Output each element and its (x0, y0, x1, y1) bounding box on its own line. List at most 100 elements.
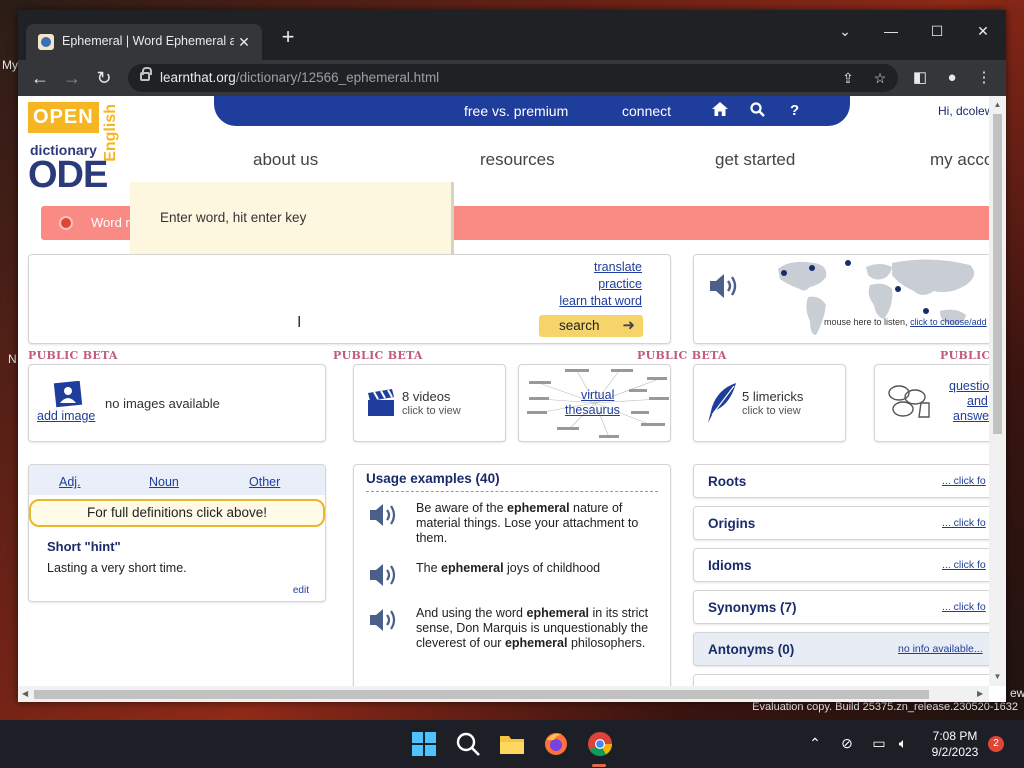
add-image-link[interactable]: add image (37, 409, 95, 423)
limericks-card[interactable]: 5 limericks click to view (693, 364, 846, 442)
nav-get-started[interactable]: get started (715, 150, 795, 170)
side-panel-next[interactable] (693, 674, 989, 686)
logo-open: OPEN (28, 102, 99, 133)
free-vs-premium-link[interactable]: free vs. premium (464, 103, 568, 119)
roots-click-link[interactable]: ... click fo (942, 475, 986, 487)
tab-adjective[interactable]: Adj. (59, 475, 81, 489)
close-window-button[interactable]: ✕ (960, 16, 1006, 46)
translate-link[interactable]: translate (594, 260, 642, 274)
user-greeting[interactable]: Hi, dcolew (938, 104, 989, 118)
videos-card[interactable]: 8 videos click to view (353, 364, 506, 442)
speaker-icon[interactable] (368, 501, 400, 529)
home-icon[interactable] (712, 102, 728, 120)
roots-panel[interactable]: Roots ... click fo (693, 464, 989, 498)
search-icon[interactable] (750, 102, 765, 121)
new-tab-button[interactable]: + (276, 26, 300, 50)
volume-icon[interactable]: 🔈︎ (894, 734, 912, 752)
chrome-icon[interactable] (586, 730, 614, 758)
tooltip-text: Enter word, hit enter key (160, 210, 307, 225)
lock-icon[interactable] (140, 67, 152, 81)
minimize-button[interactable]: — (868, 16, 914, 46)
site-logo[interactable]: OPEN dictionary ODE English (28, 102, 119, 196)
edit-hint-link[interactable]: edit (293, 585, 309, 596)
forward-arrow-icon[interactable]: → (60, 66, 84, 90)
horizontal-scrollbar[interactable]: ◀ ▶ (18, 686, 989, 702)
qa-card[interactable]: questio and answe (874, 364, 989, 442)
scroll-left-arrow-icon[interactable]: ◀ (22, 689, 28, 698)
synonyms-panel[interactable]: Synonyms (7) ... click fo (693, 590, 989, 624)
antonyms-no-info-link[interactable]: no info available... (898, 643, 983, 655)
search-tooltip: Enter word, hit enter key (130, 182, 454, 258)
taskbar-clock[interactable]: 7:08 PM 9/2/2023 (922, 728, 988, 760)
thesaurus-link-virtual[interactable]: virtual (581, 388, 614, 402)
idioms-panel[interactable]: Idioms ... click fo (693, 548, 989, 582)
browser-tab[interactable]: Ephemeral | Word Ephemeral at C ✕ (26, 24, 262, 60)
url-text[interactable]: learnthat.org/dictionary/12566_ephemeral… (160, 70, 439, 85)
share-icon[interactable]: ⇪ (838, 68, 858, 88)
tab-other[interactable]: Other (249, 475, 280, 489)
short-hint-title: Short "hint" (47, 539, 121, 554)
idioms-click-link[interactable]: ... click fo (942, 559, 986, 571)
thesaurus-card[interactable]: virtual thesaurus (518, 364, 671, 442)
choose-voice-link[interactable]: click to choose/add (910, 317, 987, 327)
scroll-right-arrow-icon[interactable]: ▶ (977, 689, 983, 698)
search-button[interactable]: search ➜ (539, 315, 643, 337)
reload-icon[interactable]: ↻ (92, 66, 116, 90)
connect-link[interactable]: connect (622, 103, 671, 119)
qa-link-line3[interactable]: answe (953, 409, 989, 423)
help-icon[interactable]: ? (790, 102, 799, 119)
scroll-up-arrow-icon[interactable]: ▲ (993, 100, 1002, 110)
synonyms-click-link[interactable]: ... click fo (942, 601, 986, 613)
vertical-scrollbar[interactable]: ▲ ▼ (989, 96, 1006, 686)
windows-start-icon[interactable] (410, 730, 438, 758)
firefox-icon[interactable] (542, 730, 570, 758)
taskbar-search-icon[interactable] (454, 730, 482, 758)
speaker-icon[interactable] (708, 271, 740, 301)
videos-count: 8 videos (402, 389, 451, 404)
back-arrow-icon[interactable]: ← (28, 66, 52, 90)
word-strip-label: Word n (91, 215, 133, 230)
nav-resources[interactable]: resources (480, 150, 555, 170)
notification-badge[interactable]: 2 (988, 736, 1004, 752)
origins-panel[interactable]: Origins ... click fo (693, 506, 989, 540)
logo-english: English (102, 104, 119, 162)
listen-panel[interactable]: mouse here to listen, click to choose/ad… (693, 254, 989, 344)
part-of-speech-tabs: Adj. Noun Other (29, 465, 325, 495)
practice-link[interactable]: practice (598, 277, 642, 291)
display-icon[interactable]: ▭ (870, 734, 888, 752)
search-panel[interactable]: translate practice learn that word searc… (28, 254, 671, 344)
menu-kebab-icon[interactable]: ⋮ (972, 66, 996, 90)
images-card[interactable]: add image no images available (28, 364, 326, 442)
network-disabled-icon[interactable]: ⊘ (838, 734, 856, 752)
nav-about-us[interactable]: about us (253, 150, 318, 170)
tab-noun[interactable]: Noun (149, 475, 179, 489)
text-cursor-icon: I (297, 314, 302, 331)
learn-that-word-link[interactable]: learn that word (559, 294, 642, 308)
side-panel-icon[interactable]: ◧ (908, 66, 932, 90)
usage-example: And using the word ephemeral in its stri… (368, 606, 658, 668)
speaker-icon[interactable] (368, 561, 400, 589)
address-bar[interactable]: learnthat.org/dictionary/12566_ephemeral… (128, 64, 898, 92)
antonyms-title: Antonyms (0) (708, 642, 795, 657)
antonyms-panel[interactable]: Antonyms (0) no info available... (693, 632, 989, 666)
vertical-scroll-thumb[interactable] (993, 114, 1002, 434)
nav-my-account[interactable]: my acco (930, 150, 989, 170)
qa-link-line1[interactable]: questio (949, 379, 989, 393)
browser-window: Ephemeral | Word Ephemeral at C ✕ + ⌄ — … (18, 10, 1006, 702)
tab-close-icon[interactable]: ✕ (234, 32, 254, 52)
scroll-down-arrow-icon[interactable]: ▼ (993, 672, 1002, 682)
full-definition-prompt[interactable]: For full definitions click above! (29, 499, 325, 527)
bookmark-star-icon[interactable]: ☆ (870, 68, 890, 88)
profile-icon[interactable]: ● (940, 66, 964, 90)
speaker-icon[interactable] (368, 606, 400, 634)
maximize-button[interactable]: ☐ (914, 16, 960, 46)
tray-overflow-chevron-icon[interactable]: ⌃ (806, 734, 824, 752)
videos-click-to-view: click to view (402, 405, 461, 417)
tab-search-chevron-icon[interactable]: ⌄ (822, 16, 868, 46)
thesaurus-link-thesaurus[interactable]: thesaurus (565, 403, 620, 417)
qa-link-line2[interactable]: and (967, 394, 988, 408)
listen-caption: mouse here to listen, click to choose/ad… (824, 317, 987, 327)
file-explorer-icon[interactable] (498, 730, 526, 758)
horizontal-scroll-thumb[interactable] (34, 690, 929, 699)
origins-click-link[interactable]: ... click fo (942, 517, 986, 529)
